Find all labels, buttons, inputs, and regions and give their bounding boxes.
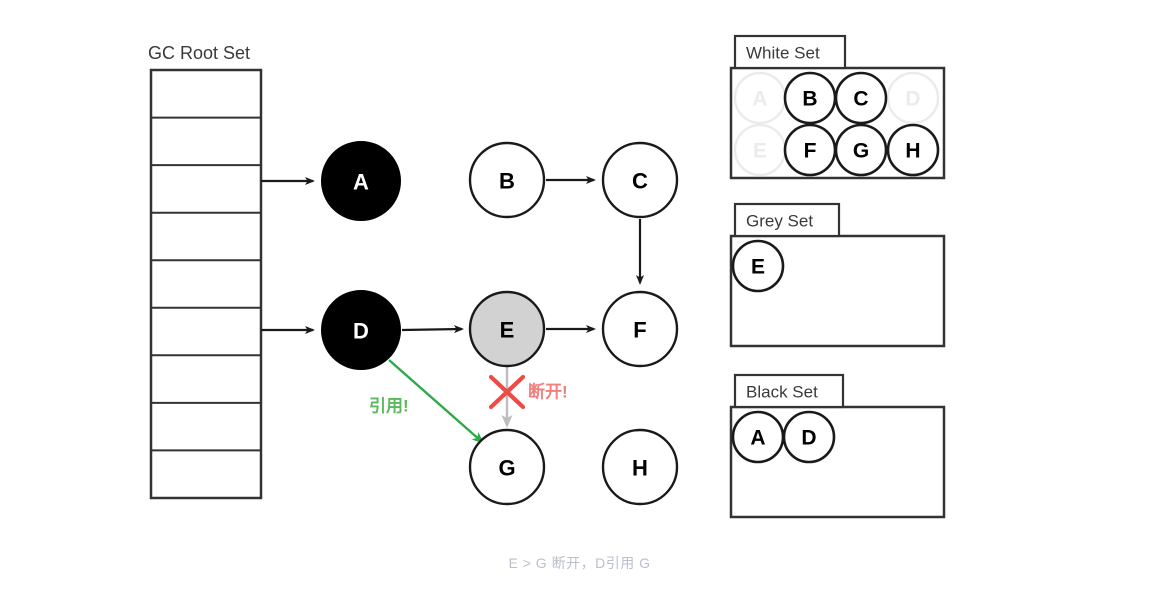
black-set-member-d-label: D xyxy=(801,427,816,450)
white-set-member-b-label: B xyxy=(802,88,817,111)
gc-root-set xyxy=(149,68,263,500)
black-set-member-d[interactable]: D xyxy=(782,410,836,464)
diagram-svg: A B C D E F G H GC Root Set 引用! 断开! A E … xyxy=(148,34,946,519)
graph-node-e-label: E xyxy=(500,318,515,343)
reference-annotation: 引用! xyxy=(369,397,409,416)
diagram-caption: E > G 断开，D引用 G xyxy=(508,555,651,571)
white-set-member-b[interactable]: B xyxy=(783,71,837,125)
graph-node-d[interactable]: D xyxy=(321,290,401,370)
white-set-member-f[interactable]: F xyxy=(783,123,837,177)
panel-grey-set: E Grey Set xyxy=(729,202,946,348)
gc-root-set-title: GC Root Set xyxy=(148,43,250,63)
graph-node-a[interactable]: A xyxy=(321,141,401,221)
white-set-member-c[interactable]: C xyxy=(834,71,888,125)
edge-d-to-e xyxy=(401,325,464,334)
white-set-member-a: A xyxy=(733,71,787,125)
graph-node-e[interactable]: E xyxy=(468,290,546,368)
graph-node-g[interactable]: G xyxy=(468,428,546,506)
white-set-member-e: E xyxy=(733,123,787,177)
white-set-member-g[interactable]: G xyxy=(834,123,888,177)
graph-node-a-label: A xyxy=(353,170,369,195)
graph-node-g-label: G xyxy=(498,456,515,481)
graph-node-d-label: D xyxy=(353,319,369,344)
white-set-member-d: D xyxy=(886,71,940,125)
white-set-member-g-label: G xyxy=(853,140,869,163)
grey-set-title: Grey Set xyxy=(746,212,813,231)
panel-black-set: A D Black Set xyxy=(729,373,946,519)
graph-node-b[interactable]: B xyxy=(468,141,546,219)
black-set-member-a[interactable]: A xyxy=(731,410,785,464)
panel-white-set: A E D B C F G H White Set xyxy=(729,34,946,180)
white-set-member-f-label: F xyxy=(804,140,817,163)
white-set-member-h-label: H xyxy=(905,140,920,163)
white-set-member-d-label: D xyxy=(905,88,920,111)
white-set-title: White Set xyxy=(746,44,820,63)
graph-node-b-label: B xyxy=(499,169,515,194)
graph-node-h[interactable]: H xyxy=(601,428,679,506)
white-set-member-h[interactable]: H xyxy=(886,123,940,177)
graph-node-c-label: C xyxy=(632,169,648,194)
grey-set-member-e[interactable]: E xyxy=(731,239,785,293)
graph-node-f-label: F xyxy=(633,318,646,343)
grey-set-member-e-label: E xyxy=(751,256,765,279)
black-set-member-a-label: A xyxy=(750,427,765,450)
white-set-member-a-label: A xyxy=(752,88,767,111)
diagram-canvas: A B C D E F G H GC Root Set 引用! 断开! A E … xyxy=(0,0,1159,591)
broken-annotation: 断开! xyxy=(528,382,568,402)
graph-node-h-label: H xyxy=(632,456,648,481)
white-set-member-c-label: C xyxy=(853,88,868,111)
gc-root-set-box xyxy=(149,68,263,500)
graph-node-c[interactable]: C xyxy=(601,141,679,219)
black-set-title: Black Set xyxy=(746,383,818,402)
white-set-member-e-label: E xyxy=(753,140,767,163)
graph-node-f[interactable]: F xyxy=(601,290,679,368)
